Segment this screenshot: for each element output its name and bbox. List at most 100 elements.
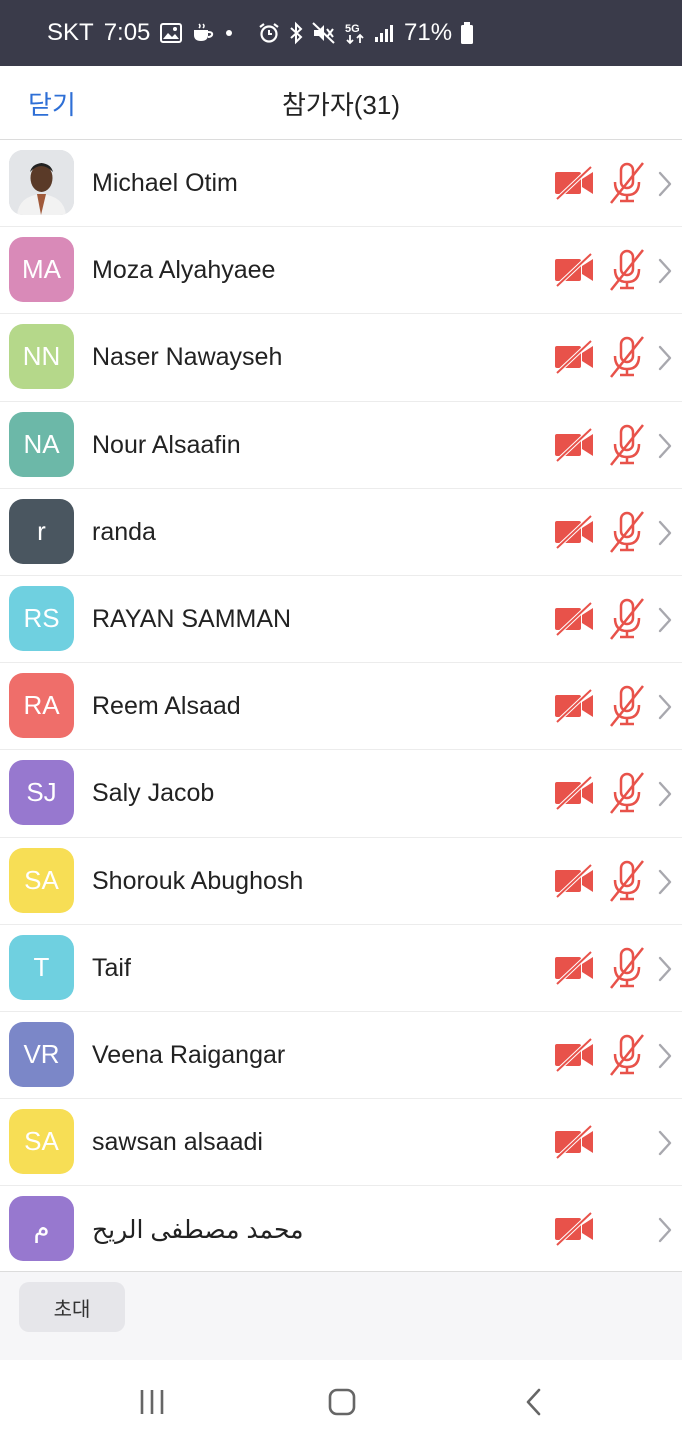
mic-off-icon	[609, 336, 645, 379]
alarm-icon	[258, 22, 280, 44]
participant-name: sawsan alsaadi	[92, 1128, 263, 1157]
chevron-right-icon[interactable]	[656, 343, 674, 373]
video-off-icon	[554, 1037, 594, 1073]
gallery-icon	[160, 23, 183, 43]
participant-row[interactable]: SJ Saly Jacob	[0, 750, 682, 838]
mic-off-icon	[609, 249, 645, 291]
participant-name: Taif	[92, 953, 131, 982]
avatar-initials: م	[33, 1213, 50, 1244]
participant-list: Michael Otim MA Moza Alyahyaee NN Naser Nawa…	[0, 140, 682, 1274]
chevron-right-icon[interactable]	[656, 692, 674, 722]
chevron-right-icon[interactable]	[656, 431, 674, 461]
status-bar: SKT 7:05 5G 71%	[0, 0, 682, 66]
chevron-right-icon[interactable]	[656, 1041, 674, 1071]
video-off-icon	[554, 514, 594, 550]
chevron-right-icon[interactable]	[656, 954, 674, 984]
participant-row[interactable]: م محمد مصطفى الريح	[0, 1186, 682, 1274]
avatar-initials: SA	[24, 864, 59, 895]
avatar-initials: MA	[22, 254, 61, 285]
participant-name: Reem Alsaad	[92, 692, 241, 721]
chevron-right-icon[interactable]	[656, 867, 674, 897]
avatar: T	[9, 934, 74, 1000]
status-right: 5G 71%	[258, 0, 474, 66]
participant-name: Shorouk Abughosh	[92, 866, 304, 895]
mic-off-icon	[609, 685, 645, 727]
close-button[interactable]: 닫기	[28, 66, 76, 140]
avatar: SJ	[9, 760, 74, 826]
avatar: r	[9, 498, 74, 564]
avatar: MA	[9, 237, 74, 303]
avatar-initials: NA	[23, 428, 60, 459]
footer: 초대	[0, 1271, 682, 1360]
avatar: م	[9, 1196, 74, 1262]
participant-row[interactable]: RS RAYAN SAMMAN	[0, 576, 682, 664]
participant-row[interactable]: T Taif	[0, 925, 682, 1012]
bluetooth-icon	[288, 21, 304, 45]
participant-row[interactable]: Michael Otim	[0, 140, 682, 228]
video-off-icon	[554, 339, 594, 375]
video-off-icon	[554, 1211, 594, 1247]
chevron-right-icon[interactable]	[656, 518, 674, 548]
video-off-icon	[554, 1124, 594, 1160]
video-off-icon	[554, 950, 594, 986]
dot-icon	[224, 28, 234, 38]
avatar-initials: VR	[23, 1038, 60, 1069]
participant-name: Naser Nawayseh	[92, 343, 283, 372]
avatar-initials: NN	[22, 341, 61, 372]
avatar: NA	[9, 411, 74, 477]
avatar: SA	[9, 847, 74, 913]
participant-row[interactable]: NA Nour Alsaafin	[0, 402, 682, 489]
mic-off-icon	[609, 946, 645, 989]
clock: 7:05	[103, 19, 151, 46]
battery-icon	[460, 21, 474, 45]
mic-off-icon	[609, 859, 645, 902]
invite-button[interactable]: 초대	[19, 1282, 125, 1332]
recent-apps-icon[interactable]	[132, 1382, 172, 1422]
back-icon[interactable]	[514, 1382, 554, 1422]
video-off-icon	[554, 252, 594, 288]
mic-off-icon	[609, 598, 645, 640]
mic-off-icon	[609, 510, 645, 553]
participant-name: randa	[92, 517, 156, 546]
participant-row[interactable]: VR Veena Raigangar	[0, 1012, 682, 1100]
chevron-right-icon[interactable]	[656, 1128, 674, 1158]
participant-name: Michael Otim	[92, 169, 238, 197]
participant-name: Saly Jacob	[92, 779, 215, 808]
chevron-right-icon[interactable]	[656, 1215, 674, 1245]
page-title: 참가자(31)	[282, 89, 400, 120]
participant-row[interactable]: SA sawsan alsaadi	[0, 1099, 682, 1187]
battery-percent: 71%	[404, 19, 453, 46]
participant-row[interactable]: SA Shorouk Abughosh	[0, 838, 682, 925]
home-icon[interactable]	[322, 1382, 362, 1422]
user-photo-icon	[9, 150, 74, 215]
participant-row[interactable]: RA Reem Alsaad	[0, 663, 682, 751]
video-off-icon	[554, 688, 594, 724]
participant-name: Nour Alsaafin	[92, 430, 241, 459]
avatar-initials: r	[37, 515, 46, 546]
mic-off-icon	[609, 162, 645, 204]
svg-text:5G: 5G	[345, 23, 360, 35]
mic-off-icon	[609, 772, 645, 815]
participant-name: Veena Raigangar	[92, 1040, 286, 1069]
chevron-right-icon[interactable]	[656, 256, 674, 286]
avatar-initials: SJ	[26, 777, 57, 808]
carrier-label: SKT	[47, 19, 94, 46]
avatar	[9, 150, 74, 215]
participant-name: محمد مصطفى الريح	[92, 1215, 304, 1244]
avatar: VR	[9, 1021, 74, 1087]
system-nav-bar	[0, 1360, 682, 1440]
chevron-right-icon[interactable]	[656, 779, 674, 809]
mic-off-icon	[609, 1034, 645, 1076]
avatar-initials: RS	[23, 602, 60, 633]
status-left: SKT 7:05	[47, 0, 234, 66]
chevron-right-icon[interactable]	[656, 605, 674, 635]
video-off-icon	[554, 601, 594, 637]
video-off-icon	[554, 427, 594, 463]
participant-row[interactable]: NN Naser Nawayseh	[0, 314, 682, 402]
chevron-right-icon[interactable]	[656, 169, 674, 199]
mute-icon	[312, 22, 336, 44]
avatar-initials: T	[33, 951, 50, 982]
participant-row[interactable]: r randa	[0, 489, 682, 576]
mic-off-icon	[609, 423, 645, 466]
participant-row[interactable]: MA Moza Alyahyaee	[0, 227, 682, 315]
